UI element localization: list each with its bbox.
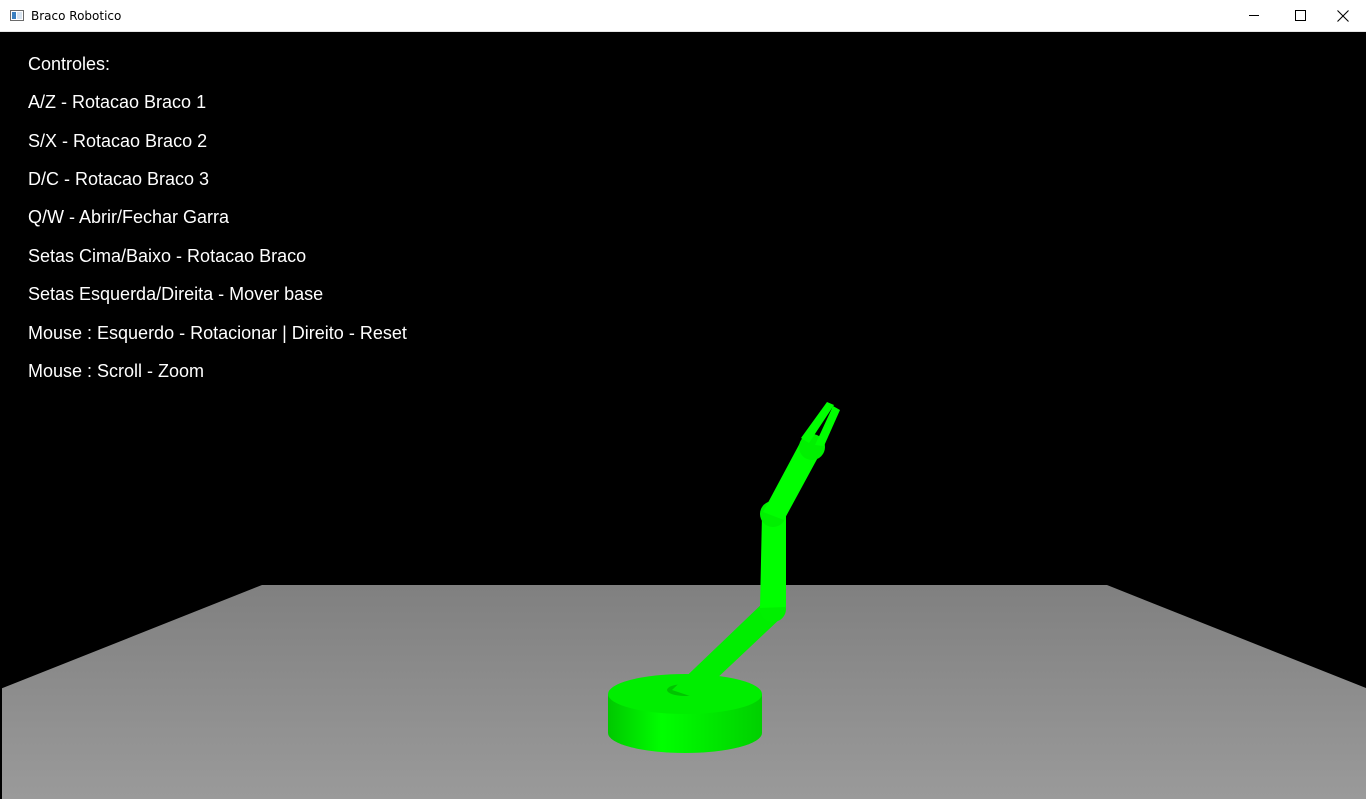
maximize-icon [1294, 10, 1306, 21]
window-title: Braco Robotico [31, 9, 122, 23]
close-icon [1337, 9, 1349, 22]
robot-gripper [801, 402, 840, 446]
close-button[interactable] [1320, 0, 1366, 31]
control-line: Q/W - Abrir/Fechar Garra [28, 207, 230, 227]
robot-arm-segment-2 [760, 514, 786, 608]
control-line: S/X - Rotacao Braco 2 [28, 131, 208, 151]
minimize-icon [1248, 15, 1259, 16]
control-line: Setas Cima/Baixo - Rotacao Braco [28, 246, 307, 266]
control-line: Setas Esquerda/Direita - Mover base [28, 284, 324, 304]
minimize-button[interactable] [1231, 0, 1277, 31]
title-bar[interactable]: Braco Robotico [0, 0, 1366, 32]
control-line: Mouse : Esquerdo - Rotacionar | Direito … [28, 323, 407, 343]
controls-heading: Controles: [28, 54, 111, 74]
control-line: Mouse : Scroll - Zoom [28, 361, 205, 381]
control-line: A/Z - Rotacao Braco 1 [28, 92, 207, 112]
app-window: Braco Robotico Controles: A/Z - Rotacao … [0, 0, 1366, 799]
maximize-button[interactable] [1277, 0, 1323, 31]
window-app-icon [10, 10, 24, 21]
control-line: D/C - Rotacao Braco 3 [28, 169, 210, 189]
